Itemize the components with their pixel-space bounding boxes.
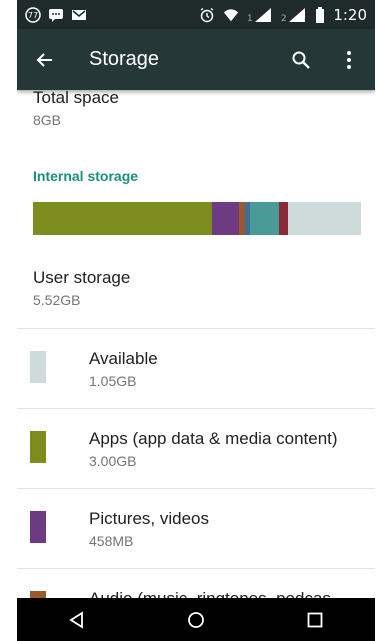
category-value: 3.00GB	[89, 453, 137, 469]
category-label: Available	[89, 349, 158, 368]
storage-usage-bar	[33, 202, 361, 235]
chat-message-icon	[48, 7, 64, 23]
storage-screen: 77 1 2 1:20 Storage Total space 8GB Inte…	[17, 0, 375, 641]
square-recents-icon[interactable]	[295, 600, 335, 640]
category-row-pictures[interactable]: Pictures, videos 458MB	[17, 488, 375, 569]
internal-storage-header: Internal storage	[33, 168, 139, 184]
category-row-apps[interactable]: Apps (app data & media content) 3.00GB	[17, 408, 375, 489]
user-storage-value: 5.52GB	[33, 292, 81, 308]
svg-text:2: 2	[281, 14, 287, 23]
category-value: 1.05GB	[89, 373, 137, 389]
notification-77-icon: 77	[25, 6, 41, 23]
storage-segment-apps	[33, 202, 212, 235]
color-swatch	[30, 591, 46, 598]
user-storage-block[interactable]: User storage 5.52GB	[33, 268, 130, 308]
color-swatch	[30, 431, 46, 463]
wifi-icon	[223, 7, 239, 23]
total-space-label: Total space	[33, 90, 119, 107]
status-bar: 77 1 2 1:20	[17, 0, 375, 29]
total-space-value: 8GB	[33, 112, 62, 128]
gmail-icon	[71, 7, 87, 23]
storage-segment-cached	[250, 202, 280, 235]
total-space-block: Total space 8GB	[33, 90, 119, 128]
clock-time: 1:20	[333, 5, 367, 24]
color-swatch	[30, 511, 46, 543]
battery-icon	[315, 6, 325, 23]
category-row-audio[interactable]: Audio (music, ringtones, podcas	[17, 568, 375, 598]
storage-segment-pictures	[211, 202, 239, 235]
svg-text:1: 1	[247, 14, 253, 23]
category-row-available[interactable]: Available 1.05GB	[17, 328, 375, 409]
signal-2-icon: 2	[281, 7, 307, 23]
storage-content: Total space 8GB Internal storage User st…	[17, 90, 375, 598]
color-swatch	[30, 351, 46, 383]
system-nav-bar	[17, 598, 375, 641]
signal-1-icon: 1	[247, 7, 273, 23]
category-label: Pictures, videos	[89, 509, 209, 528]
svg-text:77: 77	[28, 11, 38, 20]
more-vert-icon[interactable]	[327, 38, 371, 82]
storage-segment-available	[288, 202, 361, 235]
arrow-left-icon[interactable]	[23, 38, 67, 82]
alarm-icon	[199, 7, 215, 23]
app-toolbar: Storage	[17, 29, 375, 90]
category-label: Apps (app data & media content)	[89, 429, 338, 448]
category-label: Audio (music, ringtones, podcas	[89, 589, 331, 598]
storage-segment-misc	[279, 202, 289, 235]
user-storage-label: User storage	[33, 268, 131, 287]
triangle-back-icon[interactable]	[57, 600, 97, 640]
search-icon[interactable]	[279, 38, 323, 82]
category-value: 458MB	[89, 533, 134, 549]
circle-home-icon[interactable]	[176, 600, 216, 640]
page-title: Storage	[89, 48, 160, 70]
